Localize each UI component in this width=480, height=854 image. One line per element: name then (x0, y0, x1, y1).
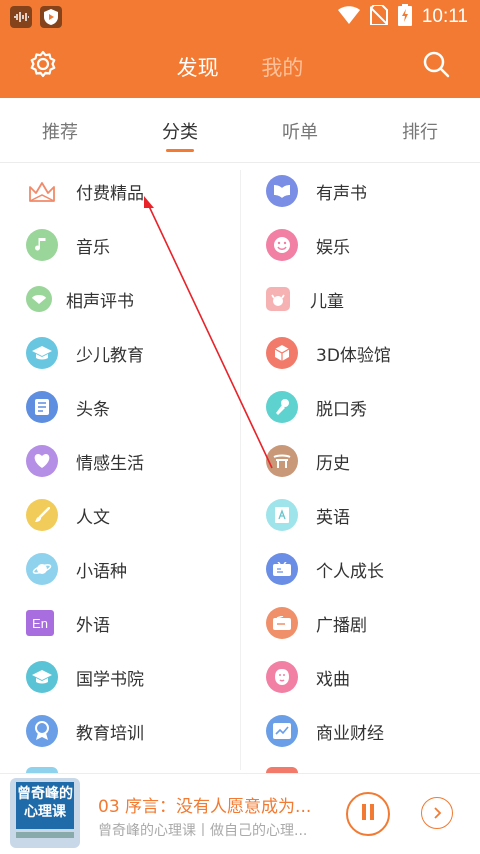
mini-player[interactable]: 曾奇峰的心理课 03 序言：没有人愿意成为... 曾奇峰的心理课丨做自己的心理.… (0, 773, 480, 854)
track-subtitle: 曾奇峰的心理课丨做自己的心理... (98, 823, 308, 839)
pause-button[interactable] (346, 792, 390, 836)
track-title: 03 序言：没有人愿意成为... (98, 797, 312, 817)
chevron-right-icon (432, 804, 442, 823)
pause-icon (361, 804, 375, 824)
cover-decoration (16, 832, 74, 838)
playlist-next-button[interactable] (421, 797, 453, 829)
cover-title: 曾奇峰的心理课 (16, 782, 74, 829)
album-cover[interactable]: 曾奇峰的心理课 (10, 778, 80, 848)
annotation-arrow (144, 196, 273, 469)
